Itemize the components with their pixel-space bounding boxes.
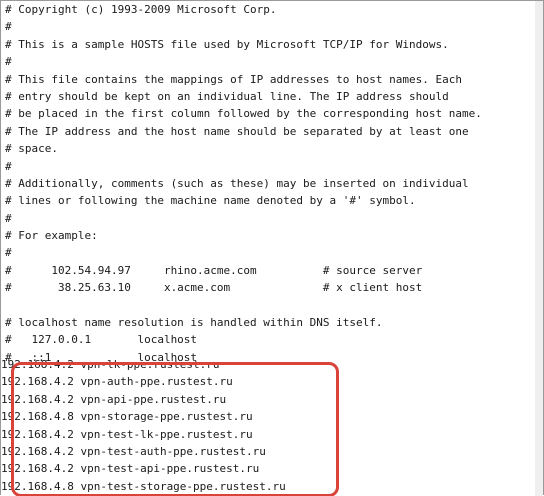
text-line: # This is a sample HOSTS file used by Mi… [5, 37, 449, 51]
vertical-scrollbar[interactable] [535, 1, 543, 496]
text-line: # 102.54.94.97 rhino.acme.com # source s… [5, 263, 423, 277]
comment-block: # Copyright (c) 1993-2009 Microsoft Corp… [5, 1, 482, 366]
hosts-file-window: # Copyright (c) 1993-2009 Microsoft Corp… [0, 0, 544, 496]
text-line: # 127.0.0.1 localhost [5, 333, 198, 347]
text-line: # localhost name resolution is handled w… [5, 316, 383, 330]
text-line: # be placed in the first column followed… [5, 107, 482, 121]
text-line: # [5, 211, 12, 225]
text-line [5, 297, 482, 314]
text-line: # [5, 159, 12, 173]
text-line: # This file contains the mappings of IP … [5, 72, 462, 86]
text-line: # For example: [5, 229, 98, 243]
text-line: # space. [5, 142, 58, 156]
text-line: # 38.25.63.10 x.acme.com # x client host [5, 281, 423, 295]
text-line: # lines or following the machine name de… [5, 194, 416, 208]
text-line: # [5, 55, 12, 69]
text-editor[interactable]: # Copyright (c) 1993-2009 Microsoft Corp… [1, 1, 536, 496]
highlight-annotation [11, 362, 339, 496]
text-line: # [5, 20, 12, 34]
text-line: # [5, 246, 12, 260]
text-line: # The IP address and the host name shoul… [5, 124, 469, 138]
text-line: # Additionally, comments (such as these)… [5, 176, 469, 190]
text-line: # Copyright (c) 1993-2009 Microsoft Corp… [5, 3, 277, 16]
text-line: # entry should be kept on an individual … [5, 89, 449, 103]
